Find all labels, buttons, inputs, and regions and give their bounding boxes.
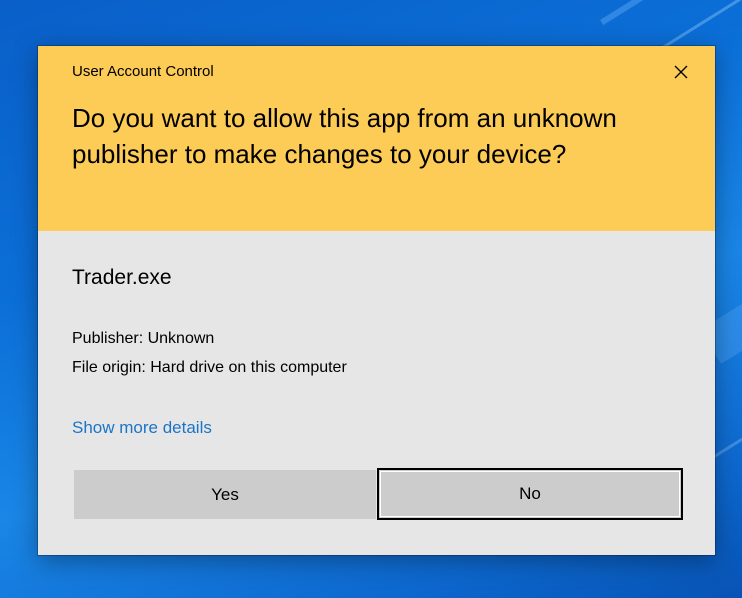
app-name: Trader.exe bbox=[72, 266, 172, 289]
desktop-wallpaper: User Account Control Do you want to allo… bbox=[0, 0, 742, 598]
show-more-details-link[interactable]: Show more details bbox=[72, 418, 212, 438]
dialog-header: User Account Control Do you want to allo… bbox=[38, 46, 715, 231]
publisher-info: Publisher: Unknown bbox=[72, 330, 215, 347]
close-button[interactable] bbox=[666, 58, 696, 86]
file-origin-info: File origin: Hard drive on this computer bbox=[72, 359, 347, 376]
dialog-caption: User Account Control bbox=[72, 63, 214, 80]
dialog-question: Do you want to allow this app from an un… bbox=[72, 103, 617, 169]
uac-dialog: User Account Control Do you want to allo… bbox=[38, 46, 715, 555]
no-button[interactable]: No bbox=[377, 468, 683, 520]
yes-button[interactable]: Yes bbox=[74, 470, 376, 519]
close-icon bbox=[674, 65, 688, 79]
